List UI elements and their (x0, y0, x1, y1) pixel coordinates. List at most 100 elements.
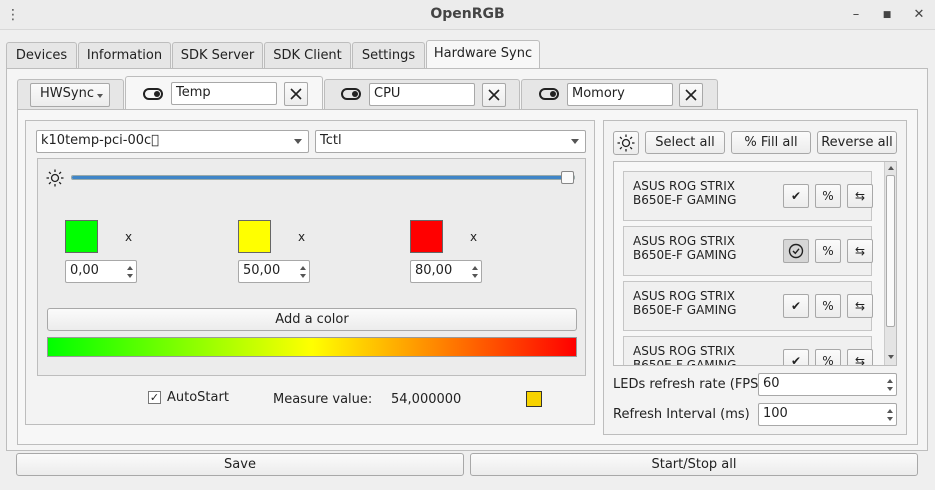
close-icon (290, 88, 302, 100)
select-device-button[interactable]: ✔ (783, 294, 809, 318)
refresh-interval-label: Refresh Interval (ms) (613, 407, 750, 422)
color-stop-value-input[interactable]: 0,00 (65, 260, 137, 283)
color-stop-value: 80,00 (415, 263, 453, 278)
scrollbar-thumb[interactable] (886, 175, 895, 327)
select-device-button[interactable]: ✔ (783, 349, 809, 366)
measure-value: 54,000000 (391, 392, 462, 407)
fill-all-button[interactable]: % Fill all (731, 131, 811, 154)
close-sub-tab-button[interactable] (679, 83, 703, 107)
color-stop-value-input[interactable]: 80,00 (410, 260, 482, 283)
device-name-line2: B650E-F GAMING (633, 193, 737, 207)
toggle-switch-icon[interactable] (539, 88, 559, 100)
tab-hardware-sync[interactable]: Hardware Sync (426, 40, 540, 69)
autostart-label: AutoStart (167, 390, 229, 405)
spin-up-icon[interactable] (887, 409, 893, 413)
leds-refresh-rate-input[interactable]: 60 (758, 373, 897, 396)
reverse-all-button[interactable]: Reverse all (817, 131, 897, 154)
spin-up-icon[interactable] (127, 266, 133, 270)
add-color-button[interactable]: Add a color (47, 308, 577, 331)
refresh-interval-value: 100 (763, 406, 788, 421)
chevron-down-icon (571, 139, 579, 144)
scroll-down-icon[interactable] (888, 355, 894, 359)
spin-up-icon[interactable] (472, 266, 478, 270)
swap-arrows-icon: ⇆ (854, 299, 866, 313)
close-sub-tab-button[interactable] (482, 83, 506, 107)
chevron-down-icon (97, 94, 103, 98)
device-name: ASUS ROG STRIX B650E-F GAMING (633, 289, 773, 317)
check-icon: ✔ (790, 189, 802, 203)
spin-down-icon[interactable] (472, 274, 478, 278)
minimize-icon[interactable]: – (846, 5, 866, 25)
tab-information[interactable]: Information (78, 42, 171, 69)
refresh-interval-input[interactable]: 100 (758, 403, 897, 426)
select-device-button[interactable]: ✔ (783, 184, 809, 208)
measure-label: Measure value: (273, 392, 373, 407)
close-icon (685, 89, 697, 101)
brightness-slider-handle[interactable] (561, 171, 574, 184)
sub-tab-name-input[interactable]: CPU (369, 83, 475, 106)
close-sub-tab-button[interactable] (284, 82, 308, 106)
remove-stop-x[interactable]: x (470, 230, 477, 244)
fill-device-button[interactable]: % (815, 239, 841, 263)
tab-settings[interactable]: Settings (352, 42, 425, 69)
device-name-line1: ASUS ROG STRIX (633, 289, 735, 303)
maximize-icon[interactable]: ■ (877, 5, 897, 25)
spin-down-icon[interactable] (887, 417, 893, 421)
leds-refresh-rate-value: 60 (763, 376, 780, 391)
hwsync-menu-label: HWSync (40, 86, 94, 101)
device-name-line2: B650E-F GAMING (633, 303, 737, 317)
title-bar: ⋮ OpenRGB – ■ ✕ (0, 0, 935, 30)
tab-sdk-client[interactable]: SDK Client (264, 42, 351, 69)
select-device-button[interactable] (783, 239, 809, 263)
remove-stop-x[interactable]: x (298, 230, 305, 244)
save-button[interactable]: Save (16, 453, 464, 476)
start-stop-all-button[interactable]: Start/Stop all (470, 453, 918, 476)
reverse-device-button[interactable]: ⇆ (847, 294, 873, 318)
spin-down-icon[interactable] (887, 387, 893, 391)
scroll-up-icon[interactable] (888, 166, 894, 170)
color-stop-value: 50,00 (243, 263, 281, 278)
hwsync-menu-button[interactable]: HWSync (30, 83, 110, 107)
measure-color-swatch (526, 391, 542, 407)
close-window-icon[interactable]: ✕ (909, 5, 929, 25)
device-item: ASUS ROG STRIX B650E-F GAMING ✔ % ⇆ (623, 171, 873, 221)
window-title: OpenRGB (430, 6, 505, 22)
reverse-device-button[interactable]: ⇆ (847, 239, 873, 263)
device-list-scrollbar[interactable] (884, 162, 896, 365)
check-circle-icon (788, 243, 804, 259)
device-name-line1: ASUS ROG STRIX (633, 344, 735, 358)
spin-up-icon[interactable] (887, 379, 893, 383)
sub-tab-name-input[interactable]: Temp (171, 82, 277, 105)
device-item: ASUS ROG STRIX B650E-F GAMING % ⇆ (623, 226, 873, 276)
select-all-button[interactable]: Select all (645, 131, 725, 154)
spin-up-icon[interactable] (300, 266, 306, 270)
reverse-device-button[interactable]: ⇆ (847, 349, 873, 365)
fill-device-button[interactable]: % (815, 184, 841, 208)
tab-devices[interactable]: Devices (6, 42, 77, 69)
color-stop-swatch[interactable] (238, 220, 271, 253)
color-stop-swatch[interactable] (65, 220, 98, 253)
brightness-icon (46, 169, 64, 187)
device-name-line1: ASUS ROG STRIX (633, 179, 735, 193)
brightness-button[interactable] (613, 131, 639, 155)
fill-device-button[interactable]: % (815, 294, 841, 318)
swap-arrows-icon: ⇆ (854, 244, 866, 258)
autostart-checkbox[interactable]: ✓ (148, 391, 161, 404)
fill-device-button[interactable]: % (815, 349, 841, 365)
spin-down-icon[interactable] (300, 274, 306, 278)
color-stop-swatch[interactable] (410, 220, 443, 253)
toggle-switch-icon[interactable] (341, 88, 361, 100)
remove-stop-x[interactable]: x (125, 230, 132, 244)
check-icon: ✔ (790, 354, 802, 366)
toggle-switch-icon[interactable] (143, 88, 163, 100)
sensor-select[interactable]: k10temp-pci-00c  (36, 130, 309, 153)
chevron-down-icon (294, 139, 302, 144)
sub-tab-name-input[interactable]: Momory (567, 83, 673, 106)
reverse-device-button[interactable]: ⇆ (847, 184, 873, 208)
color-stop-value-input[interactable]: 50,00 (238, 260, 310, 283)
feature-select[interactable]: Tctl (315, 130, 586, 153)
spin-down-icon[interactable] (127, 274, 133, 278)
close-icon (488, 89, 500, 101)
tab-sdk-server[interactable]: SDK Server (172, 42, 263, 69)
brightness-slider[interactable] (71, 171, 575, 184)
